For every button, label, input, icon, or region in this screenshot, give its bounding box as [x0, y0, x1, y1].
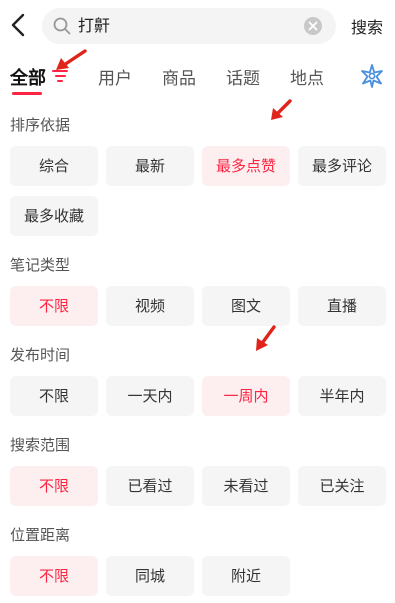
- option-type-video[interactable]: 视频: [106, 286, 194, 326]
- option-type-live[interactable]: 直播: [298, 286, 386, 326]
- tab-products[interactable]: 商品: [162, 64, 196, 89]
- option-time-one-week[interactable]: 一周内: [202, 376, 290, 416]
- tab-places[interactable]: 地点: [290, 64, 324, 89]
- option-scope-viewed[interactable]: 已看过: [106, 466, 194, 506]
- option-scope-followed[interactable]: 已关注: [298, 466, 386, 506]
- option-time-half-year[interactable]: 半年内: [298, 376, 386, 416]
- search-input[interactable]: [78, 8, 298, 44]
- option-scope-not-viewed[interactable]: 未看过: [202, 466, 290, 506]
- filter-icon[interactable]: [52, 70, 68, 84]
- option-sort-most-favorites[interactable]: 最多收藏: [10, 196, 98, 236]
- annotation-arrow-icon: [56, 49, 87, 70]
- option-scope-unlimited[interactable]: 不限: [10, 466, 98, 506]
- tab-all[interactable]: 全部: [10, 64, 46, 90]
- annotation-arrow-icon: [256, 325, 276, 351]
- section-title-location: 位置距离: [10, 526, 71, 544]
- search-icon: [53, 17, 71, 35]
- option-sort-comprehensive[interactable]: 综合: [10, 146, 98, 186]
- option-type-image-text[interactable]: 图文: [202, 286, 290, 326]
- tab-users[interactable]: 用户: [98, 64, 132, 89]
- option-type-unlimited[interactable]: 不限: [10, 286, 98, 326]
- option-sort-most-comments[interactable]: 最多评论: [298, 146, 386, 186]
- search-box[interactable]: [42, 8, 336, 44]
- section-title-publish-time: 发布时间: [10, 346, 71, 364]
- top-bar: 搜索: [0, 0, 395, 52]
- option-time-one-day[interactable]: 一天内: [106, 376, 194, 416]
- annotation-arrow-icon: [271, 99, 292, 120]
- magic-sparkle-icon[interactable]: [360, 64, 384, 88]
- section-title-note-type: 笔记类型: [10, 256, 71, 274]
- back-arrow-icon[interactable]: [8, 12, 30, 38]
- section-title-sort: 排序依据: [10, 116, 71, 134]
- section-title-search-scope: 搜索范围: [10, 436, 71, 454]
- option-sort-most-likes[interactable]: 最多点赞: [202, 146, 290, 186]
- option-location-unlimited[interactable]: 不限: [10, 556, 98, 596]
- option-location-same-city[interactable]: 同城: [106, 556, 194, 596]
- search-button[interactable]: 搜索: [351, 14, 383, 38]
- option-location-nearby[interactable]: 附近: [202, 556, 290, 596]
- tab-topics[interactable]: 话题: [226, 64, 260, 89]
- option-sort-latest[interactable]: 最新: [106, 146, 194, 186]
- active-tab-indicator: [12, 92, 42, 95]
- option-time-unlimited[interactable]: 不限: [10, 376, 98, 416]
- clear-icon[interactable]: [304, 17, 322, 35]
